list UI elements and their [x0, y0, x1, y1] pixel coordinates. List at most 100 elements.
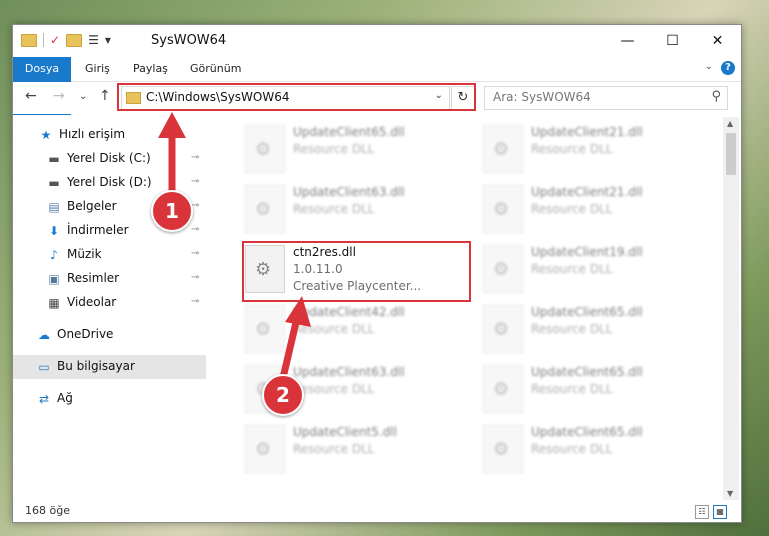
scroll-down-icon[interactable]: ▼ — [727, 489, 733, 498]
pictures-icon: ▣ — [48, 272, 60, 286]
navigation-pane: ★ Hızlı erişim ▬ Yerel Disk (C:) ⊸ ▬ Yerel Dis… — [13, 117, 206, 500]
step-2-badge: 2 — [262, 374, 304, 416]
file-item[interactable]: ⚙ UpdateClient42.dll Resource DLL — [245, 299, 475, 357]
sidebar-item-label: OneDrive — [57, 327, 114, 341]
minimize-button[interactable]: — — [605, 25, 650, 57]
star-icon: ★ — [40, 128, 52, 142]
file-list: ⚙ UpdateClient65.dll Resource DLL ⚙ UpdateCl… — [220, 117, 720, 500]
back-button[interactable]: ← — [25, 88, 37, 104]
file-description: Resource DLL — [531, 142, 613, 156]
gear-icon: ⚙ — [493, 199, 510, 220]
sidebar-item[interactable]: ☁ OneDrive — [13, 323, 206, 347]
help-icon[interactable]: ? — [721, 61, 735, 75]
pin-icon[interactable]: ⊸ — [191, 224, 199, 235]
file-description: Resource DLL — [531, 202, 613, 216]
file-name: UpdateClient5.dll — [293, 425, 397, 439]
dll-file-icon: ⚙ — [483, 365, 523, 413]
search-box[interactable]: Ara: SysWOW64 ⚲ — [484, 86, 728, 110]
file-name: UpdateClient42.dll — [293, 305, 405, 319]
tab-view[interactable]: Görünüm — [180, 57, 251, 81]
gear-icon: ⚙ — [255, 199, 272, 220]
file-description: Resource DLL — [531, 382, 613, 396]
scroll-up-icon[interactable]: ▲ — [727, 119, 733, 128]
sidebar-item-label: Bu bilgisayar — [57, 359, 135, 373]
file-description: Resource DLL — [531, 442, 613, 456]
properties-checkmark-icon[interactable]: ✓ — [50, 33, 60, 47]
dll-file-icon: ⚙ — [245, 425, 285, 473]
file-item[interactable]: ⚙ UpdateClient65.dll Resource DLL — [245, 119, 475, 177]
sidebar-item[interactable]: ▦ Videolar ⊸ — [13, 291, 206, 315]
pin-icon[interactable]: ⊸ — [191, 176, 199, 187]
dll-file-icon: ⚙ — [245, 185, 285, 233]
up-button[interactable]: ↑ — [99, 88, 111, 104]
file-item[interactable]: ⚙ UpdateClient63.dll Resource DLL — [245, 179, 475, 237]
cloud-icon: ☁ — [38, 328, 50, 342]
file-name: UpdateClient63.dll — [293, 185, 405, 199]
sidebar-item-label: Müzik — [67, 247, 102, 261]
large-icons-view-icon[interactable]: ▦ — [713, 505, 727, 519]
toolbar-separator — [43, 33, 44, 47]
file-item[interactable]: ⚙ UpdateClient19.dll Resource DLL — [483, 239, 713, 297]
file-item[interactable]: ⚙ UpdateClient65.dll Resource DLL — [483, 299, 713, 357]
sidebar-item-label: Belgeler — [67, 199, 117, 213]
sidebar-item[interactable]: ♪ Müzik ⊸ — [13, 243, 206, 267]
pin-icon[interactable]: ⊸ — [191, 272, 199, 283]
computer-icon: ▭ — [38, 360, 50, 374]
file-item[interactable]: ⚙ UpdateClient21.dll Resource DLL — [483, 179, 713, 237]
properties-icon[interactable]: ☰ — [88, 33, 99, 47]
forward-button[interactable]: → — [53, 88, 65, 104]
navigation-bar: ← → ⌄ ↑ C:\Windows\SysWOW64 ⌄ ↻ Ara: Sys… — [13, 82, 741, 114]
gear-icon: ⚙ — [493, 319, 510, 340]
file-name: UpdateClient63.dll — [293, 365, 405, 379]
file-description: Resource DLL — [531, 322, 613, 336]
gear-icon: ⚙ — [255, 139, 272, 160]
sidebar-item-label: Ağ — [57, 391, 73, 405]
scrollbar-thumb[interactable] — [726, 133, 736, 175]
file-highlight-box — [242, 241, 471, 302]
file-item[interactable]: ⚙ UpdateClient21.dll Resource DLL — [483, 119, 713, 177]
gear-icon: ⚙ — [255, 319, 272, 340]
recent-locations-button[interactable]: ⌄ — [79, 91, 87, 102]
customize-toolbar-dropdown[interactable]: ▾ — [105, 33, 111, 47]
sidebar-item[interactable]: ★ Hızlı erişim — [13, 123, 206, 147]
folder-icon — [21, 33, 37, 47]
title-bar: ✓ ☰ ▾ SysWOW64 — ☐ ✕ — [13, 25, 741, 57]
collapse-ribbon-icon[interactable]: ⌄ — [705, 61, 713, 72]
gear-icon: ⚙ — [493, 139, 510, 160]
dll-file-icon: ⚙ — [483, 245, 523, 293]
file-item[interactable]: ⚙ UpdateClient65.dll Resource DLL — [483, 419, 713, 477]
sidebar-item[interactable]: ⇄ Ağ — [13, 387, 206, 411]
gear-icon: ⚙ — [255, 439, 272, 460]
pin-icon[interactable]: ⊸ — [191, 296, 199, 307]
sidebar-item-label: Yerel Disk (C:) — [67, 151, 151, 165]
quick-access-toolbar: ✓ ☰ ▾ — [21, 33, 111, 47]
pin-icon[interactable]: ⊸ — [191, 152, 199, 163]
file-name: UpdateClient21.dll — [531, 185, 643, 199]
maximize-button[interactable]: ☐ — [650, 25, 695, 57]
drive-icon: ▬ — [48, 176, 60, 190]
tab-share[interactable]: Paylaş — [123, 57, 178, 81]
sidebar-item[interactable]: ▬ Yerel Disk (C:) ⊸ — [13, 147, 206, 171]
gear-icon: ⚙ — [493, 379, 510, 400]
file-item[interactable]: ⚙ UpdateClient5.dll Resource DLL — [245, 419, 475, 477]
dll-file-icon: ⚙ — [483, 125, 523, 173]
file-name: UpdateClient65.dll — [531, 425, 643, 439]
sidebar-item[interactable]: ▣ Resimler ⊸ — [13, 267, 206, 291]
close-button[interactable]: ✕ — [695, 25, 740, 57]
file-name: UpdateClient19.dll — [531, 245, 643, 259]
file-explorer-window: ✓ ☰ ▾ SysWOW64 — ☐ ✕ Dosya Giriş Paylaş … — [12, 24, 742, 523]
dll-file-icon: ⚙ — [483, 305, 523, 353]
search-icon[interactable]: ⚲ — [711, 89, 721, 104]
file-description: Resource DLL — [293, 202, 375, 216]
details-view-icon[interactable]: ☷ — [695, 505, 709, 519]
file-description: Resource DLL — [293, 322, 375, 336]
vertical-scrollbar[interactable]: ▲ ▼ — [723, 117, 739, 500]
file-item[interactable]: ⚙ UpdateClient65.dll Resource DLL — [483, 359, 713, 417]
download-icon: ⬇ — [48, 224, 60, 238]
sidebar-item[interactable]: ▭ Bu bilgisayar — [13, 355, 206, 379]
tab-home[interactable]: Giriş — [75, 57, 120, 81]
address-highlight-box — [117, 83, 476, 111]
file-name: UpdateClient65.dll — [531, 305, 643, 319]
pin-icon[interactable]: ⊸ — [191, 248, 199, 259]
new-folder-icon[interactable] — [66, 33, 83, 47]
